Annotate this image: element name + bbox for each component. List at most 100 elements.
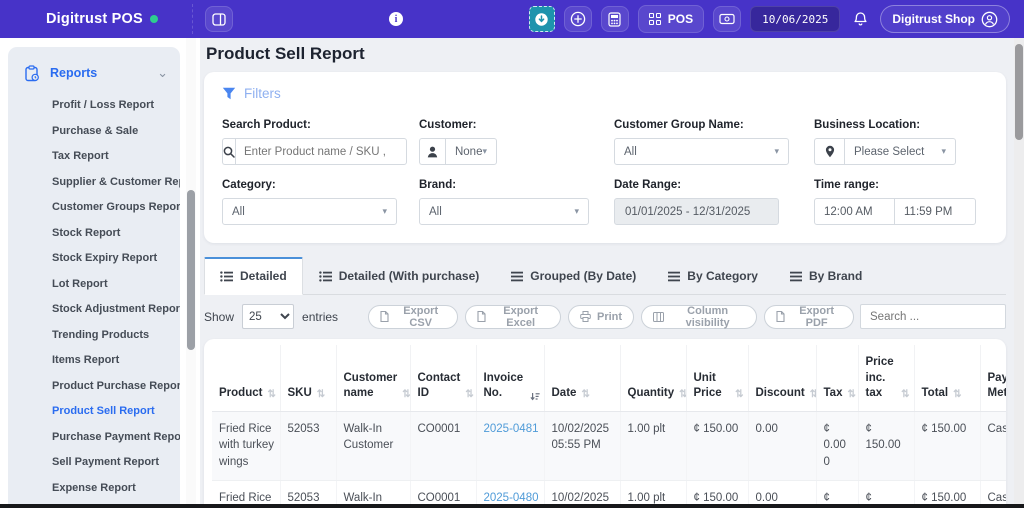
file-icon — [776, 311, 785, 322]
invoice-link[interactable]: 2025-0480 — [484, 492, 539, 504]
sidebar-item-sell-payment-report[interactable]: Sell Payment Report — [8, 450, 180, 476]
current-date-button[interactable]: 10/06/2025 — [750, 6, 841, 32]
sidebar-item-tax-report[interactable]: Tax Report — [8, 144, 180, 170]
sidebar-item-items-report[interactable]: Items Report — [8, 348, 180, 374]
cell-quantity: 1.00 plt — [620, 411, 687, 481]
column-header-quantity[interactable]: Quantity⇅ — [620, 345, 687, 412]
shop-label: Digitrust Shop — [892, 12, 975, 26]
search-product-label: Search Product: — [222, 119, 311, 131]
sidebar-section-reports[interactable]: Reports ⌄ — [8, 61, 180, 85]
export-excel-button[interactable]: Export Excel — [465, 304, 561, 329]
shop-account-button[interactable]: Digitrust Shop — [880, 5, 1010, 33]
caret-down-icon: ▾ — [382, 206, 387, 216]
cell-total: ¢ 150.00 — [914, 411, 981, 481]
cell-sku: 52053 — [280, 411, 337, 481]
column-header-discount[interactable]: Discount⇅ — [748, 345, 817, 412]
cell-customer: Walk-In Customer — [336, 411, 411, 481]
sidebar-item-trending-products[interactable]: Trending Products — [8, 323, 180, 349]
tab-by-category[interactable]: By Category — [652, 258, 774, 295]
sidebar-scrollbar[interactable] — [186, 38, 196, 504]
export-buttons: Export CSV Export Excel Print Column vis… — [368, 304, 854, 329]
sidebar-item-expense-report[interactable]: Expense Report — [8, 476, 180, 502]
notifications-button[interactable] — [849, 6, 871, 32]
time-start-input[interactable] — [814, 198, 895, 225]
tab-detailed-with-purchase[interactable]: Detailed (With purchase) — [303, 258, 496, 295]
sidebar-item-purchase-payment-report[interactable]: Purchase Payment Report — [8, 425, 180, 451]
sort-icon: ⇅ — [402, 389, 410, 401]
info-icon[interactable]: i — [389, 12, 403, 26]
sidebar-items: Profit / Loss Report Purchase & Sale Tax… — [8, 93, 180, 508]
sidebar-item-profit-loss-report[interactable]: Profit / Loss Report — [8, 93, 180, 119]
caret-down-icon: ▾ — [941, 146, 946, 156]
column-header-contact-id[interactable]: Contact ID ⇅ — [410, 345, 477, 412]
column-header-invoice-no[interactable]: Invoice No. — [476, 345, 545, 412]
table-header-row: Product ⇅ SKU ⇅ Customer name ⇅ Contact ID ⇅… — [212, 345, 1006, 412]
nav-actions: POS 10/06/2025 Digitrust Shop — [528, 0, 1010, 38]
page-scrollbar-thumb[interactable] — [1015, 44, 1023, 140]
tab-by-brand[interactable]: By Brand — [774, 258, 878, 295]
column-header-customer-name[interactable]: Customer name ⇅ — [336, 345, 411, 412]
sidebar-item-lot-report[interactable]: Lot Report — [8, 272, 180, 298]
sidebar-item-purchase-sale[interactable]: Purchase & Sale — [8, 119, 180, 145]
sidebar-item-product-sell-report[interactable]: Product Sell Report — [8, 399, 180, 425]
reports-icon — [24, 64, 40, 82]
customer-select[interactable]: None ▾ — [444, 138, 497, 165]
tab-detailed[interactable]: Detailed — [204, 257, 303, 295]
page-scrollbar[interactable] — [1014, 38, 1024, 504]
calculator-button[interactable] — [600, 6, 629, 32]
table-search-input[interactable] — [860, 304, 1006, 329]
column-header-payment-method[interactable]: Payment Method — [980, 345, 1006, 412]
column-visibility-button[interactable]: Column visibility — [641, 304, 758, 329]
sidebar-item-stock-report[interactable]: Stock Report — [8, 221, 180, 247]
tab-grouped-by-date[interactable]: Grouped (By Date) — [495, 258, 652, 295]
file-icon — [477, 311, 486, 322]
bell-icon — [853, 11, 868, 27]
caret-down-icon: ▾ — [774, 146, 779, 156]
sidebar-panel-icon — [212, 12, 226, 26]
invoice-link[interactable]: 2025-0481 — [484, 423, 539, 435]
sidebar-item-stock-adjustment-report[interactable]: Stock Adjustment Report — [8, 297, 180, 323]
sidebar-item-product-purchase-report[interactable]: Product Purchase Report — [8, 374, 180, 400]
column-header-tax[interactable]: Tax ⇅ — [816, 345, 859, 412]
sort-icon: ⇅ — [679, 388, 685, 402]
sort-icon: ⇅ — [810, 388, 815, 402]
cell-product: Fried Rice — [212, 480, 281, 504]
cell-discount: 0.00 — [748, 480, 817, 504]
cell-payment-method: Cash — [980, 411, 1006, 481]
calculator-toggle-button[interactable] — [528, 6, 555, 32]
print-button[interactable]: Print — [568, 304, 635, 329]
filters-header[interactable]: Filters — [222, 86, 988, 101]
cell-quantity: 1.00 plt — [620, 480, 687, 504]
category-select[interactable]: All ▾ — [222, 198, 397, 225]
cash-register-button[interactable] — [713, 6, 742, 32]
time-end-input[interactable] — [895, 198, 976, 225]
column-header-sku[interactable]: SKU ⇅ — [280, 345, 337, 412]
business-location-select[interactable]: Please Select ▾ — [844, 138, 956, 165]
cell-invoice-no: 2025-0480 — [476, 480, 545, 504]
sidebar-item-supplier-customer-report[interactable]: Supplier & Customer Report — [8, 170, 180, 196]
export-csv-button[interactable]: Export CSV — [368, 304, 459, 329]
sidebar-item-stock-expiry-report[interactable]: Stock Expiry Report — [8, 246, 180, 272]
cell-tax: ¢ 0.00 — [816, 480, 859, 504]
search-product-input[interactable] — [235, 138, 407, 165]
brand-select[interactable]: All ▾ — [419, 198, 589, 225]
brand-logo: Digitrust POS — [0, 11, 158, 27]
page-size-select[interactable]: 25 — [242, 304, 295, 329]
sidebar-scrollbar-thumb[interactable] — [187, 190, 195, 350]
business-location-label: Business Location: — [814, 119, 921, 131]
customer-group-select[interactable]: All ▾ — [614, 138, 789, 165]
export-pdf-button[interactable]: Export PDF — [764, 304, 854, 329]
filter-funnel-icon — [222, 87, 236, 100]
add-button[interactable] — [563, 6, 592, 32]
date-range-input[interactable]: 01/01/2025 - 12/31/2025 — [614, 198, 779, 225]
sidebar-toggle-button[interactable] — [205, 6, 233, 32]
column-header-date[interactable]: Date ⇅ — [544, 345, 621, 412]
sidebar-item-customer-groups-report[interactable]: Customer Groups Report — [8, 195, 180, 221]
column-header-price-inc-tax[interactable]: Price inc. tax ⇅ — [858, 345, 915, 412]
column-header-product[interactable]: Product ⇅ — [212, 345, 281, 412]
customer-group-label: Customer Group Name: — [614, 119, 744, 131]
column-header-total[interactable]: Total ⇅ — [914, 345, 981, 412]
user-circle-icon — [981, 11, 998, 28]
pos-button[interactable]: POS — [637, 5, 705, 33]
column-header-unit-price[interactable]: Unit Price ⇅ — [686, 345, 749, 412]
